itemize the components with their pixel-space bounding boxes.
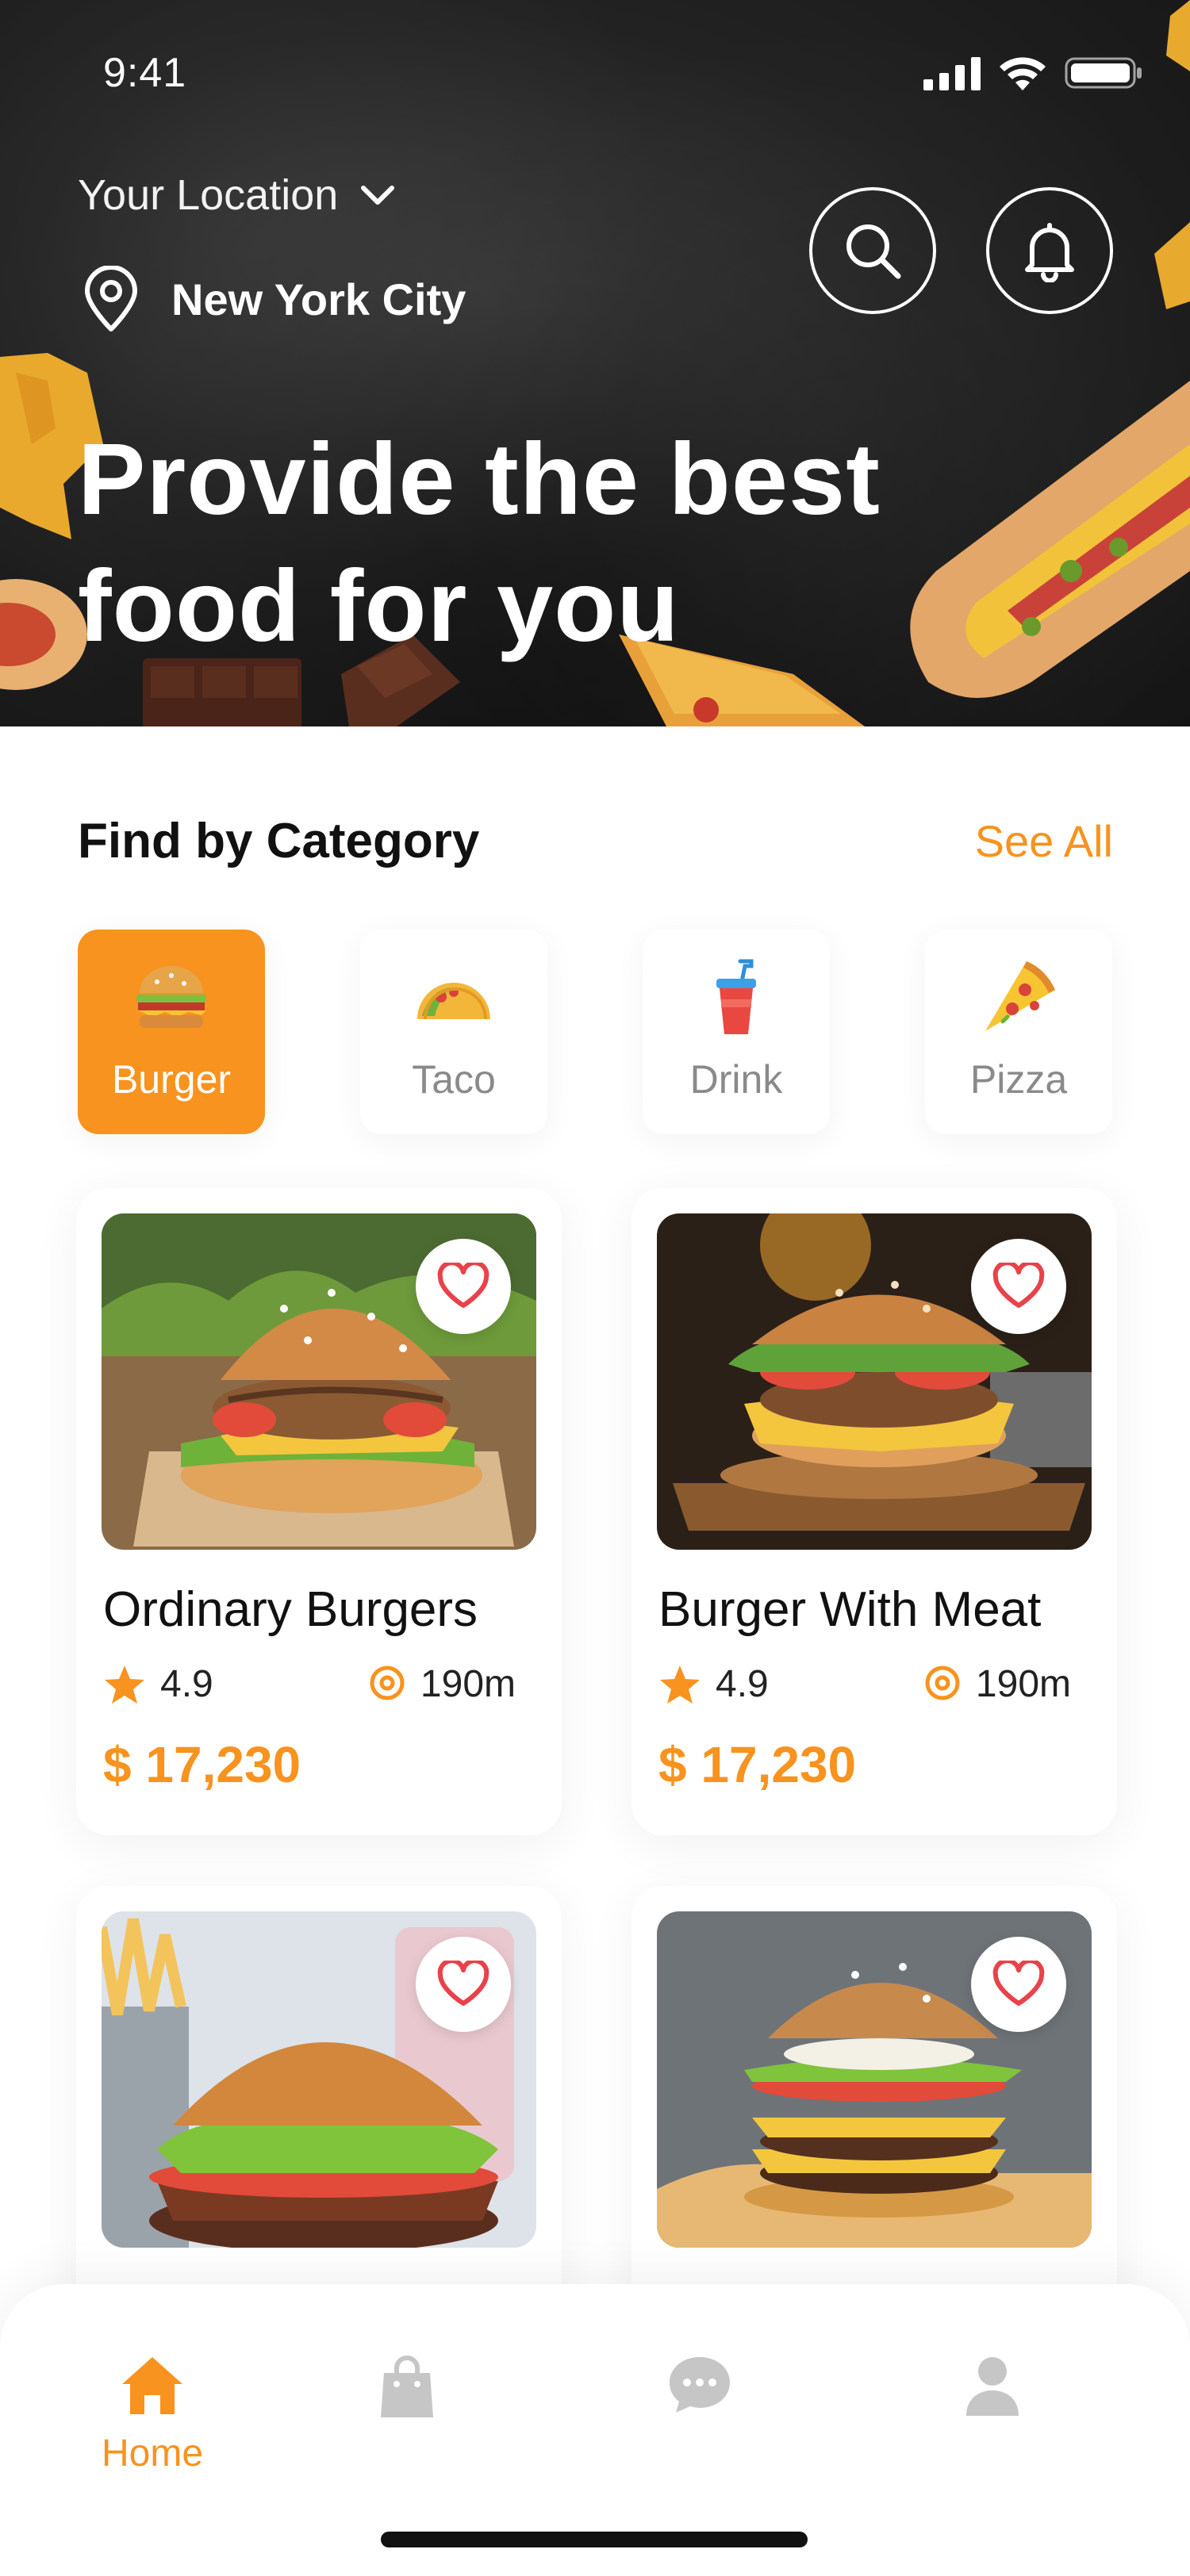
burger-icon — [133, 958, 209, 1037]
battery-icon — [1065, 57, 1142, 89]
hero-headline: Provide the best food for you — [78, 416, 950, 670]
search-icon — [846, 224, 901, 279]
chevron-down-icon — [361, 186, 395, 205]
category-label: Pizza — [969, 1057, 1068, 1102]
product-distance: 190m — [368, 1662, 516, 1706]
star-icon — [105, 1665, 144, 1704]
location-pin-icon — [85, 266, 137, 332]
product-image — [657, 1911, 1092, 2248]
category-label: Drink — [689, 1057, 783, 1102]
category-section-header: Find by Category See All — [78, 813, 1113, 869]
rating-value: 4.9 — [716, 1663, 769, 1705]
product-rating: 4.9 — [103, 1662, 213, 1706]
heart-icon — [437, 1961, 489, 2006]
wifi-icon — [1000, 57, 1046, 90]
location-selector[interactable]: Your Location — [78, 171, 395, 220]
category-pizza[interactable]: Pizza — [925, 930, 1112, 1134]
location-label: Your Location — [78, 171, 339, 219]
product-image — [102, 1911, 536, 2248]
signal-icon — [923, 57, 981, 90]
product-rating: 4.9 — [658, 1662, 769, 1706]
see-all-link[interactable]: See All — [975, 815, 1113, 867]
hero-headline-line-2: food for you — [78, 550, 680, 663]
nav-profile[interactable] — [963, 2354, 1022, 2417]
product-name: Burger With Meat — [658, 1582, 1042, 1637]
profile-icon — [966, 2357, 1019, 2416]
star-icon — [660, 1665, 700, 1704]
distance-value: 190m — [420, 1663, 516, 1705]
location-city: New York City — [171, 274, 466, 324]
favorite-button[interactable] — [971, 1239, 1066, 1334]
category-section-title: Find by Category — [78, 814, 480, 868]
location-pin-icon — [925, 1666, 960, 1700]
home-indicator — [381, 2532, 808, 2547]
pizza-icon — [979, 958, 1058, 1037]
product-meta: 4.9 190m — [658, 1662, 1071, 1706]
category-label: Taco — [412, 1057, 496, 1102]
favorite-button[interactable] — [416, 1937, 511, 2032]
nav-chat[interactable] — [666, 2354, 733, 2414]
category-drink[interactable]: Drink — [643, 930, 830, 1134]
heart-icon — [992, 1961, 1045, 2006]
location-pin-icon — [370, 1666, 405, 1700]
current-location: New York City — [83, 266, 466, 332]
status-icons — [923, 56, 1142, 90]
product-meta: 4.9 190m — [103, 1662, 516, 1706]
category-burger[interactable]: Burger — [78, 930, 265, 1134]
distance-value: 190m — [975, 1663, 1071, 1705]
category-label: Burger — [111, 1057, 232, 1102]
rating-value: 4.9 — [160, 1663, 213, 1705]
product-image — [102, 1213, 536, 1550]
product-price: $ 17,230 — [658, 1736, 857, 1793]
product-card[interactable]: Burger With Meat 4.9 190m $ 17,230 — [631, 1188, 1117, 1835]
category-taco[interactable]: Taco — [360, 930, 547, 1134]
product-price: $ 17,230 — [103, 1736, 301, 1793]
favorite-button[interactable] — [416, 1239, 511, 1334]
nav-home[interactable]: Home — [102, 2354, 203, 2475]
status-bar: 9:41 — [0, 0, 1190, 151]
nav-home-label: Home — [102, 2432, 204, 2474]
product-image — [657, 1213, 1092, 1550]
status-time: 9:41 — [103, 50, 187, 96]
bag-icon — [381, 2356, 433, 2417]
heart-icon — [992, 1263, 1045, 1308]
category-list: Burger Taco Drink Pizza — [78, 930, 1113, 1136]
product-distance: 190m — [923, 1662, 1071, 1706]
nav-orders[interactable] — [379, 2354, 435, 2419]
taco-icon — [414, 958, 493, 1037]
chat-icon — [670, 2357, 730, 2413]
drink-icon — [708, 958, 764, 1037]
search-button[interactable] — [809, 187, 936, 314]
heart-icon — [437, 1263, 489, 1308]
hero-banner: 9:41 Your Location New York City Provide… — [0, 0, 1190, 726]
product-card[interactable]: Ordinary Burgers 4.9 190m $ 17,230 — [76, 1188, 562, 1835]
product-name: Ordinary Burgers — [103, 1582, 478, 1637]
home-icon — [122, 2357, 183, 2414]
favorite-button[interactable] — [971, 1937, 1066, 2032]
hero-headline-line-1: Provide the best — [78, 423, 881, 536]
bell-icon — [1025, 223, 1074, 282]
notification-button[interactable] — [986, 187, 1113, 314]
